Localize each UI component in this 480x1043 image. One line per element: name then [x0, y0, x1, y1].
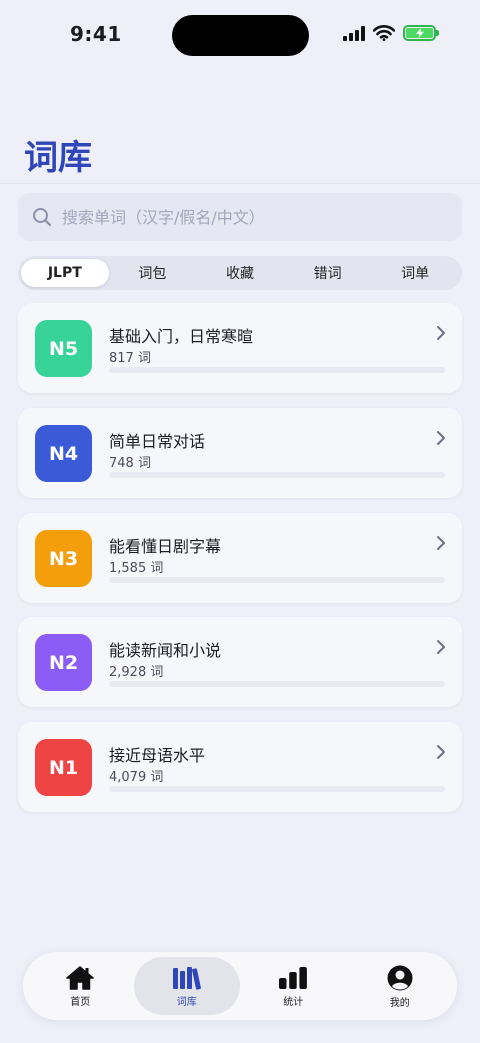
- level-card-n4[interactable]: N4 简单日常对话 748 词: [18, 408, 462, 498]
- segment-mistakes[interactable]: 错词: [284, 259, 372, 287]
- status-bar: 9:41: [0, 0, 480, 70]
- level-badge: N1: [35, 739, 92, 796]
- segment-word-lists[interactable]: 词单: [371, 259, 459, 287]
- progress-track: [109, 577, 445, 583]
- tab-profile[interactable]: 我的: [347, 957, 454, 1015]
- wifi-icon: [373, 25, 395, 41]
- tab-label: 首页: [70, 996, 91, 1008]
- level-title: 能看懂日剧字幕: [109, 537, 222, 556]
- profile-icon: [387, 965, 413, 990]
- level-word-count: 1,585 词: [109, 561, 164, 576]
- tab-label: 统计: [283, 996, 304, 1008]
- level-title: 接近母语水平: [109, 746, 206, 765]
- level-title: 能读新闻和小说: [109, 641, 222, 660]
- level-word-count: 748 词: [109, 456, 151, 471]
- chevron-right-icon: [437, 640, 445, 654]
- header-divider: [0, 183, 480, 184]
- level-title: 基础入门，日常寒暄: [109, 327, 254, 346]
- home-icon: [66, 965, 94, 990]
- level-card-n5[interactable]: N5 基础入门，日常寒暄 817 词: [18, 303, 462, 393]
- level-badge: N4: [35, 425, 92, 482]
- search-input[interactable]: [62, 207, 442, 227]
- segment-jlpt[interactable]: JLPT: [21, 259, 109, 287]
- level-badge: N5: [35, 320, 92, 377]
- level-card-n2[interactable]: N2 能读新闻和小说 2,928 词: [18, 617, 462, 707]
- tab-library[interactable]: 词库: [133, 957, 240, 1015]
- chevron-right-icon: [437, 431, 445, 445]
- bottom-tab-bar: 首页 词库 统计 我的: [23, 952, 457, 1020]
- level-word-count: 4,079 词: [109, 770, 164, 785]
- tab-label: 词库: [176, 996, 197, 1008]
- level-title: 简单日常对话: [109, 432, 206, 451]
- tab-home[interactable]: 首页: [27, 957, 134, 1015]
- progress-track: [109, 786, 445, 792]
- status-icons: [343, 25, 439, 41]
- level-word-count: 2,928 词: [109, 665, 164, 680]
- progress-track: [109, 681, 445, 687]
- charging-bolt-icon: [415, 28, 424, 38]
- chevron-right-icon: [437, 326, 445, 340]
- search-bar[interactable]: [18, 193, 462, 241]
- search-icon: [33, 208, 52, 227]
- progress-track: [109, 472, 445, 478]
- status-time: 9:41: [70, 22, 122, 46]
- chevron-right-icon: [437, 745, 445, 759]
- tab-label: 我的: [389, 997, 410, 1009]
- stats-icon: [279, 966, 308, 989]
- dynamic-island: [172, 15, 309, 56]
- cellular-signal-icon: [343, 25, 365, 41]
- page-title: 词库: [24, 138, 92, 178]
- tab-stats[interactable]: 统计: [240, 957, 347, 1015]
- chevron-right-icon: [437, 536, 445, 550]
- category-segmented-control: JLPT 词包 收藏 错词 词单: [18, 256, 462, 290]
- level-card-n1[interactable]: N1 接近母语水平 4,079 词: [18, 722, 462, 812]
- progress-track: [109, 367, 445, 373]
- library-icon: [172, 966, 201, 990]
- level-card-n3[interactable]: N3 能看懂日剧字幕 1,585 词: [18, 513, 462, 603]
- segment-favorites[interactable]: 收藏: [196, 259, 284, 287]
- segment-word-packs[interactable]: 词包: [109, 259, 197, 287]
- battery-icon: [403, 25, 439, 41]
- level-word-count: 817 词: [109, 351, 151, 366]
- level-badge: N3: [35, 530, 92, 587]
- level-badge: N2: [35, 634, 92, 691]
